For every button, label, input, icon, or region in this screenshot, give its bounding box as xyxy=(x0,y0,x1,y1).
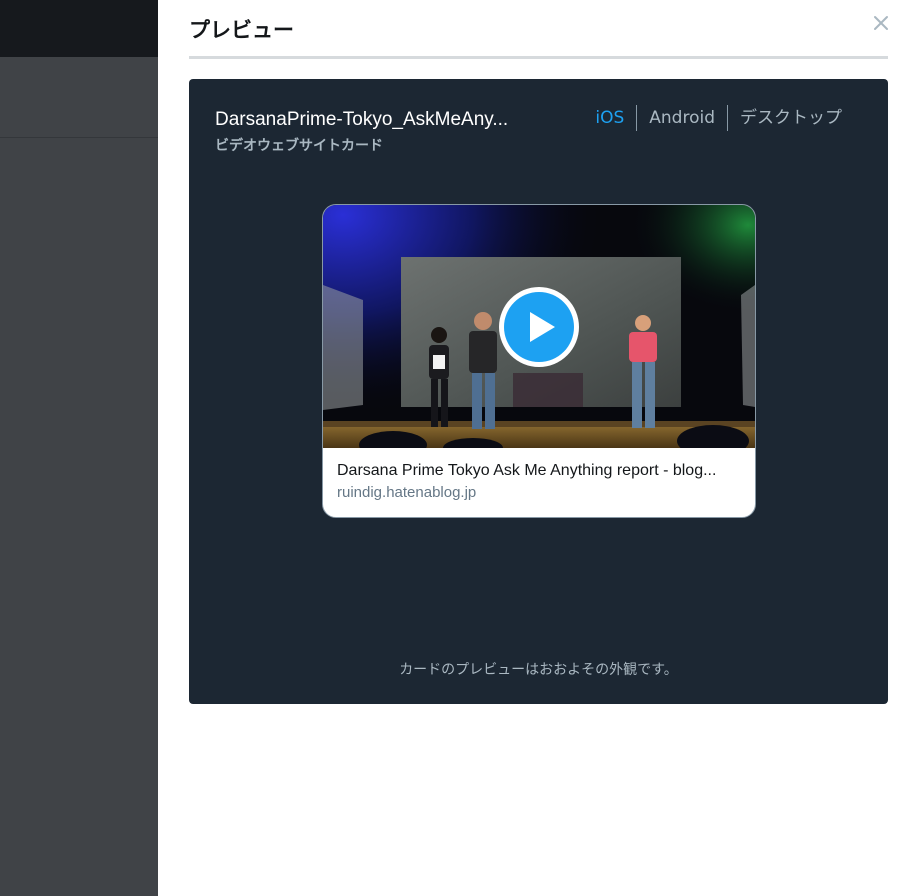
close-button[interactable] xyxy=(870,12,892,34)
card-video-thumbnail[interactable] xyxy=(323,205,755,448)
title-divider xyxy=(189,56,888,59)
tab-android[interactable]: Android xyxy=(636,105,727,131)
card-details: Darsana Prime Tokyo Ask Me Anything repo… xyxy=(323,448,755,503)
card-domain: ruindig.hatenablog.jp xyxy=(337,484,477,501)
background-overlay[interactable] xyxy=(0,0,158,896)
tab-ios[interactable]: iOS xyxy=(583,105,636,131)
background-sub-bar xyxy=(0,57,158,138)
platform-tabs: iOS Android デスクトップ xyxy=(583,105,854,131)
card-preview-area: DarsanaPrime-Tokyo_AskMeAny... ビデオウェブサイト… xyxy=(189,79,888,704)
preview-disclaimer: カードのプレビューはおおよその外観です。 xyxy=(399,662,678,678)
close-icon xyxy=(874,16,888,30)
play-button[interactable] xyxy=(497,285,581,369)
card-headline: Darsana Prime Tokyo Ask Me Anything repo… xyxy=(337,462,717,479)
video-website-card[interactable]: Darsana Prime Tokyo Ask Me Anything repo… xyxy=(322,204,756,518)
card-name: DarsanaPrime-Tokyo_AskMeAny... xyxy=(215,109,509,130)
card-type: ビデオウェブサイトカード xyxy=(215,138,383,154)
tab-desktop[interactable]: デスクトップ xyxy=(727,105,854,131)
play-icon xyxy=(499,287,579,367)
panel-title: プレビュー xyxy=(189,18,294,42)
background-top-bar xyxy=(0,0,158,57)
preview-panel: プレビュー DarsanaPrime-Tokyo_AskMeAny... ビデオ… xyxy=(158,0,918,896)
